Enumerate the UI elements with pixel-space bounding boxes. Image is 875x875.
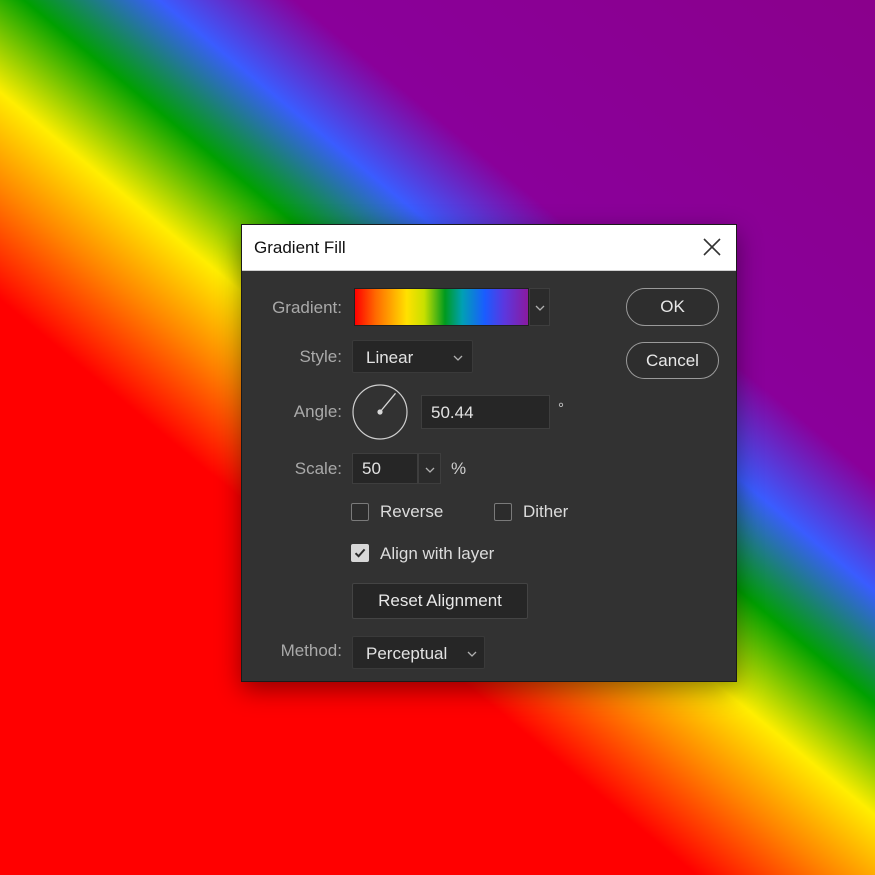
angle-dial-icon — [352, 384, 408, 440]
style-label: Style: — [299, 347, 342, 366]
dialog-title: Gradient Fill — [254, 238, 346, 257]
reverse-label: Reverse — [380, 502, 444, 521]
dialog-titlebar: Gradient Fill — [242, 225, 736, 271]
close-button[interactable] — [700, 235, 724, 259]
ok-button[interactable]: OK — [626, 288, 719, 326]
dither-checkbox[interactable] — [494, 503, 512, 521]
angle-degree-unit: ° — [558, 400, 564, 417]
gradient-label: Gradient: — [272, 298, 342, 317]
checkmark-icon — [354, 548, 366, 558]
chevron-down-icon — [453, 355, 463, 361]
cancel-button[interactable]: Cancel — [626, 342, 719, 379]
angle-label: Angle: — [293, 402, 342, 421]
gradient-fill-dialog: Gradient Fill Gradient: Style: Linear An… — [242, 225, 736, 681]
dither-label: Dither — [523, 502, 569, 521]
align-with-layer-label: Align with layer — [380, 544, 495, 563]
scale-input[interactable]: 50 — [352, 453, 418, 484]
gradient-picker-dropdown[interactable] — [529, 288, 550, 326]
align-with-layer-checkbox[interactable] — [351, 544, 369, 562]
chevron-down-icon — [535, 305, 545, 311]
reset-alignment-button[interactable]: Reset Alignment — [352, 583, 528, 619]
style-select-value: Linear — [366, 348, 414, 367]
method-select-value: Perceptual — [366, 644, 448, 663]
style-select[interactable]: Linear — [352, 340, 473, 373]
scale-input-value: 50 — [362, 459, 381, 478]
close-icon — [703, 238, 721, 256]
gradient-preview-swatch[interactable] — [354, 288, 529, 326]
scale-percent-unit: % — [451, 459, 467, 478]
scale-label: Scale: — [294, 459, 342, 478]
scale-dropdown[interactable] — [418, 453, 441, 484]
chevron-down-icon — [425, 467, 435, 473]
method-select[interactable]: Perceptual — [352, 636, 485, 669]
reverse-checkbox[interactable] — [351, 503, 369, 521]
angle-input[interactable]: 50.44 — [421, 395, 550, 429]
chevron-down-icon — [467, 651, 477, 657]
angle-dial[interactable] — [351, 383, 409, 441]
angle-input-value: 50.44 — [431, 403, 474, 422]
method-label: Method: — [280, 641, 342, 660]
